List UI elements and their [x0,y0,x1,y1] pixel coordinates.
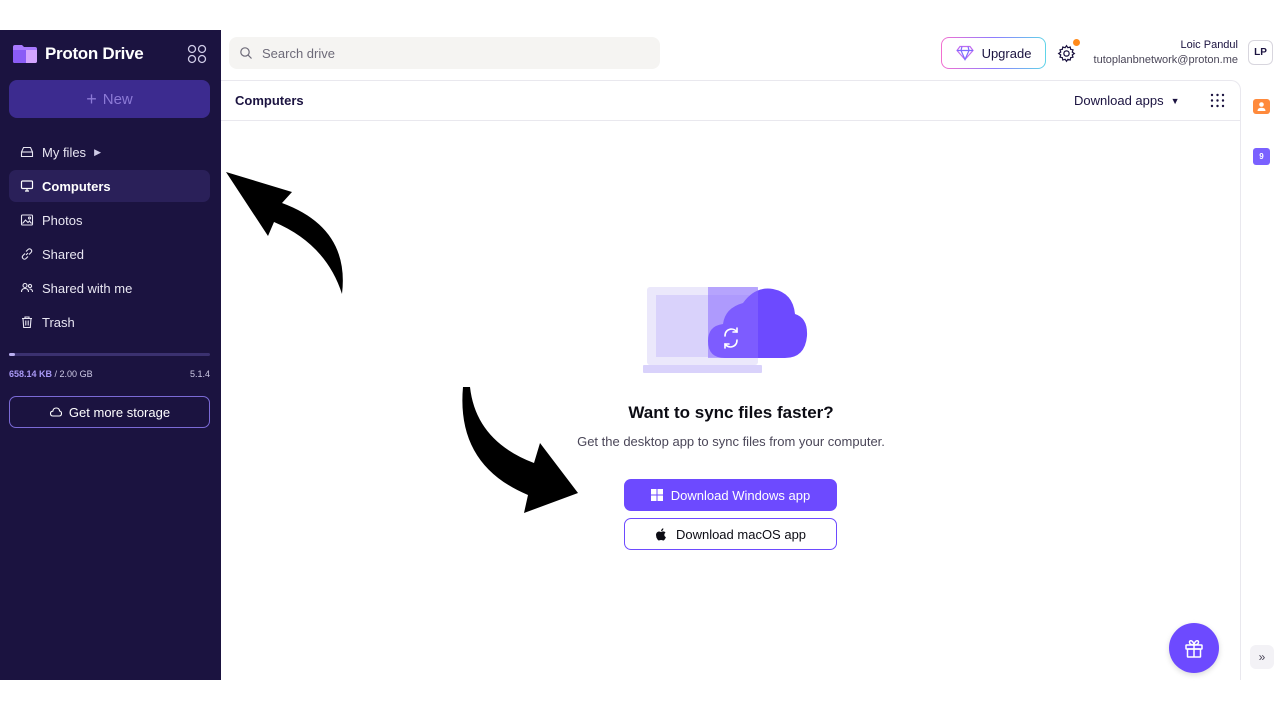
apple-logo-icon [655,527,666,540]
download-macos-app-button[interactable]: Download macOS app [624,518,837,550]
new-button-label: New [102,90,133,108]
download-apps-dropdown[interactable]: Download apps ▼ [1074,93,1180,108]
sidebar-item-computers[interactable]: Computers [9,170,210,202]
proton-drive-logo-icon [13,45,37,63]
get-more-storage-button[interactable]: Get more storage [9,396,210,428]
trash-icon [22,316,32,329]
search-input[interactable] [262,45,642,61]
new-button[interactable]: + New [9,80,210,118]
app-launcher-icon[interactable] [187,44,207,64]
sidebar: Proton Drive + New My files ▶ Computers [0,30,221,680]
link-icon [21,248,33,260]
contacts-app-icon[interactable] [1253,99,1270,114]
sidebar-nav: My files ▶ Computers Photos Shared Share… [9,136,210,340]
search-icon [240,47,252,59]
sidebar-item-my-files[interactable]: My files ▶ [9,136,210,168]
computer-cloud-sync-illustration [643,287,808,373]
user-email[interactable]: tutoplanbnetwork@proton.me [1094,54,1238,66]
search-bar[interactable] [229,37,660,69]
storage-total: 2.00 GB [59,369,93,379]
monitor-icon [20,180,34,192]
avatar[interactable]: LP [1248,40,1273,65]
sidebar-item-shared[interactable]: Shared [9,238,210,270]
settings-gear-icon[interactable] [1057,44,1076,63]
upgrade-button[interactable]: Upgrade [941,37,1046,69]
sidebar-item-label: My files [42,144,87,160]
get-more-storage-label: Get more storage [68,404,171,420]
storage-progress-fill [9,353,16,356]
download-windows-app-button[interactable]: Download Windows app [624,479,837,511]
sidebar-item-trash[interactable]: Trash [9,306,210,338]
sidebar-item-shared-with-me[interactable]: Shared with me [9,272,210,304]
user-name[interactable]: Loic Pandul [1181,39,1239,51]
storage-usage: 658.14 KB / 2.00 GB [9,369,93,379]
windows-logo-icon [650,489,663,501]
calendar-app-icon[interactable]: 9 [1253,148,1270,165]
annotation-arrow-up-left [226,172,343,294]
gift-icon [1185,640,1203,658]
storage-used: 658.14 KB [9,369,53,379]
diamond-icon [955,45,974,61]
logo[interactable]: Proton Drive [12,42,207,66]
gift-button[interactable] [1169,623,1219,673]
sidebar-item-label: Shared [42,246,84,262]
toolbar: Computers Download apps ▼ [221,81,1240,121]
download-apps-label: Download apps [1074,93,1164,108]
double-chevron-right-icon: » [1258,650,1266,664]
image-icon [20,214,34,226]
sidebar-item-label: Computers [42,178,111,194]
download-macos-label: Download macOS app [675,526,807,542]
app-name: Proton Drive [45,44,144,63]
plus-icon: + [86,89,97,109]
person-icon [1257,102,1266,111]
grid-view-icon[interactable] [1210,93,1225,108]
storage-separator: / [52,369,60,379]
expand-rail-button[interactable]: » [1250,645,1274,669]
cloud-icon [49,407,62,417]
download-windows-label: Download Windows app [670,487,811,503]
app-window: Proton Drive + New My files ▶ Computers [0,30,1280,680]
main-panel: Computers Download apps ▼ Want to sync f… [221,80,1241,680]
sidebar-item-label: Trash [42,314,75,330]
users-icon [20,282,34,293]
page-title: Computers [235,93,304,108]
upgrade-label: Upgrade [981,45,1032,61]
app-version[interactable]: 5.1.4 [190,369,210,379]
sidebar-item-label: Photos [42,212,83,228]
caret-down-icon: ▼ [1170,95,1180,106]
empty-state-title: Want to sync files faster? [628,403,834,422]
notification-dot [1073,39,1080,46]
annotation-arrow-down-right [462,387,578,513]
sidebar-item-label: Shared with me [42,280,133,296]
drive-icon [20,146,34,158]
empty-state-subtitle: Get the desktop app to sync files from y… [577,434,885,449]
sidebar-item-photos[interactable]: Photos [9,204,210,236]
caret-right-icon[interactable]: ▶ [94,147,101,158]
storage-progress-bar [9,353,210,356]
